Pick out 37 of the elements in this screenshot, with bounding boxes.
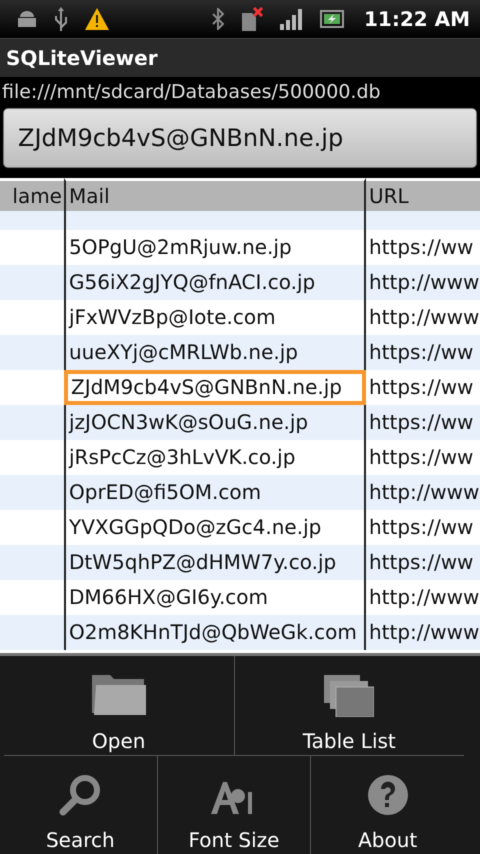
column-header: URL <box>366 178 480 211</box>
help-icon <box>366 774 409 816</box>
table-row[interactable]: uueXYj@cMRLWb.ne.jp https://ww <box>0 335 480 370</box>
column-header: Mail <box>64 178 366 211</box>
table-cell-text: http://www <box>368 304 480 331</box>
clock: 11:22 AM <box>364 7 470 31</box>
table-cell-text: http://www <box>368 584 480 611</box>
table-row[interactable]: jzJOCN3wK@sOuG.ne.jp https://ww <box>0 405 480 440</box>
table-cell-text: https://ww <box>368 409 474 436</box>
stacked-pages-icon <box>324 674 374 716</box>
bluetooth-icon <box>212 8 224 30</box>
table-cell-text: http://www <box>368 269 480 296</box>
table-cell-text: https://ww <box>368 444 474 471</box>
signal-icon <box>280 8 304 30</box>
usb-icon <box>54 7 68 31</box>
table-cell-text: https://ww <box>368 234 474 261</box>
selected-value-button[interactable]: ZJdM9cb4vS@GNBnN.ne.jp <box>3 108 477 168</box>
battery-icon <box>320 10 344 28</box>
table-cell[interactable]: O2m8KHnTJd@QbWeGk.com <box>64 615 366 650</box>
table-row[interactable]: G56iX2gJYQ@fnACI.co.jp http://www <box>0 265 480 300</box>
table-row[interactable]: OprED@fi5OM.com http://www <box>0 475 480 510</box>
table-cell-text: https://ww <box>368 374 474 401</box>
table-cell[interactable]: ZJdM9cb4vS@GNBnN.ne.jp <box>64 370 366 405</box>
table-row[interactable]: O2m8KHnTJd@QbWeGk.com http://www <box>0 615 480 650</box>
android-icon <box>16 9 38 29</box>
table-cell-text: http://www <box>368 619 480 646</box>
table-cell-text: http://www <box>368 479 480 506</box>
warning-icon <box>84 7 110 31</box>
search-icon <box>59 774 102 816</box>
table-cell-text: https://ww <box>368 514 474 541</box>
table-cell-text: https://ww <box>368 549 474 576</box>
sim-card-icon <box>240 7 264 31</box>
file-path: file:///mnt/sdcard/Databases/500000.db <box>2 81 382 103</box>
table-cell-text: https://ww <box>368 339 474 366</box>
column-header: lame <box>0 178 64 211</box>
app-title: SQLiteViewer <box>6 46 158 70</box>
table-row[interactable]: DtW5qhPZ@dHMW7y.co.jp https://ww <box>0 545 480 580</box>
